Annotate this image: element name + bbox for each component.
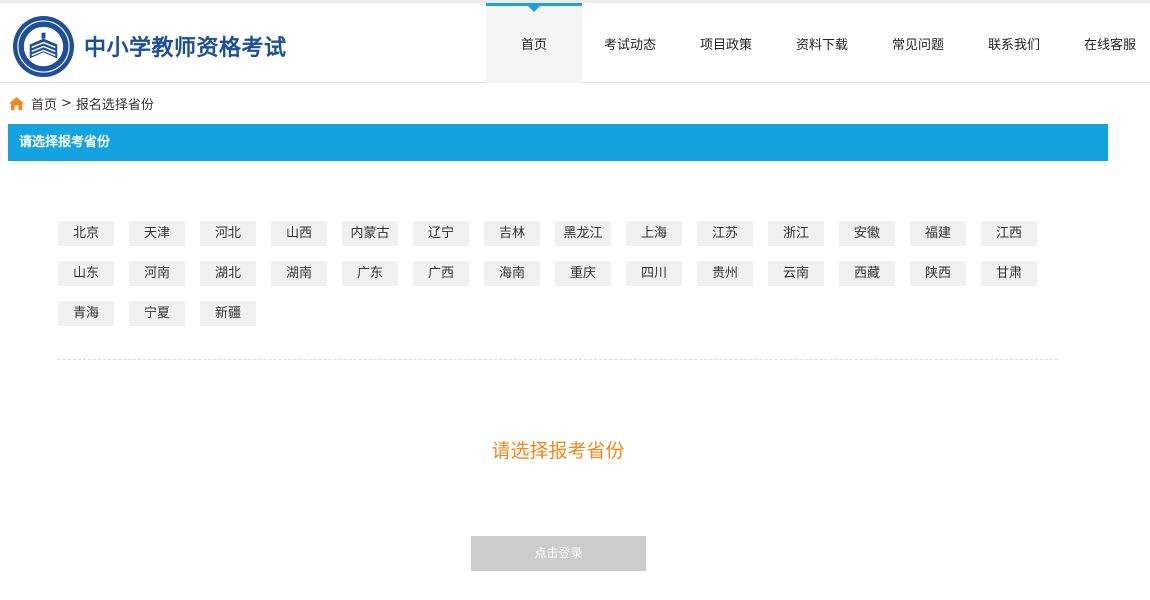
province-button[interactable]: 贵州 xyxy=(697,261,753,286)
nav-item-4[interactable]: 常见问题 xyxy=(870,3,966,83)
site-header: 中小学教师资格考试 首页 考试动态 项目政策 资料下载 常见问题 联系我们 在线客服 xyxy=(0,3,1150,83)
province-button[interactable]: 海南 xyxy=(484,261,540,286)
breadcrumb-home-link[interactable]: 首页 xyxy=(31,94,57,113)
province-button[interactable]: 宁夏 xyxy=(129,301,185,326)
province-button[interactable]: 广东 xyxy=(342,261,398,286)
province-button[interactable]: 浙江 xyxy=(768,221,824,246)
site-title: 中小学教师资格考试 xyxy=(84,36,287,61)
home-icon xyxy=(9,96,24,110)
nav-item-2[interactable]: 项目政策 xyxy=(678,3,774,83)
province-button[interactable]: 河北 xyxy=(200,221,256,246)
breadcrumb-current: 报名选择省份 xyxy=(75,97,154,113)
province-button[interactable]: 上海 xyxy=(626,221,682,246)
province-button[interactable]: 辽宁 xyxy=(413,221,469,246)
site-logo xyxy=(12,15,75,78)
province-button[interactable]: 重庆 xyxy=(555,261,611,286)
main-nav: 首页 考试动态 项目政策 资料下载 常见问题 联系我们 在线客服 xyxy=(486,3,1150,83)
province-button[interactable]: 内蒙古 xyxy=(342,221,398,246)
section-title-bar: 请选择报考省份 xyxy=(8,124,1108,161)
nav-item-label: 首页 xyxy=(520,38,547,53)
nav-item-5[interactable]: 联系我们 xyxy=(966,3,1062,83)
province-button[interactable]: 广西 xyxy=(413,261,469,286)
province-button[interactable]: 四川 xyxy=(626,261,682,286)
nav-item-3[interactable]: 资料下载 xyxy=(774,3,870,83)
breadcrumb-separator: > xyxy=(61,95,72,111)
province-button[interactable]: 福建 xyxy=(910,221,966,246)
province-button[interactable]: 甘肃 xyxy=(981,261,1037,286)
province-button[interactable]: 新疆 xyxy=(200,301,256,326)
province-button[interactable]: 云南 xyxy=(768,261,824,286)
province-button[interactable]: 山西 xyxy=(271,221,327,246)
province-button[interactable]: 江苏 xyxy=(697,221,753,246)
nav-item-0[interactable]: 首页 xyxy=(486,3,582,83)
province-button[interactable]: 天津 xyxy=(129,221,185,246)
active-caret-icon xyxy=(528,6,540,12)
province-button[interactable]: 山东 xyxy=(58,261,114,286)
nav-item-label: 常见问题 xyxy=(891,38,944,53)
nav-item-label: 资料下载 xyxy=(795,38,848,53)
nav-item-label: 考试动态 xyxy=(603,38,656,53)
nav-item-1[interactable]: 考试动态 xyxy=(582,3,678,83)
province-button[interactable]: 吉林 xyxy=(484,221,540,246)
province-button[interactable]: 北京 xyxy=(58,221,114,246)
province-button[interactable]: 湖北 xyxy=(200,261,256,286)
province-button[interactable]: 青海 xyxy=(58,301,114,326)
province-button[interactable]: 黑龙江 xyxy=(555,221,611,246)
dashed-divider xyxy=(58,359,1058,360)
province-hint: 请选择报考省份 xyxy=(491,440,625,462)
nav-item-label: 联系我们 xyxy=(987,38,1040,53)
province-button[interactable]: 江西 xyxy=(981,221,1037,246)
nav-item-label: 项目政策 xyxy=(699,38,752,53)
nav-item-label: 在线客服 xyxy=(1083,38,1136,53)
province-button[interactable]: 西藏 xyxy=(839,261,895,286)
province-button[interactable]: 安徽 xyxy=(839,221,895,246)
province-button[interactable]: 陕西 xyxy=(910,261,966,286)
province-button[interactable]: 河南 xyxy=(129,261,185,286)
login-button[interactable]: 点击登录 xyxy=(471,536,646,571)
province-button[interactable]: 湖南 xyxy=(271,261,327,286)
breadcrumb: 首页 > 报名选择省份 xyxy=(8,94,154,113)
nav-item-6[interactable]: 在线客服 xyxy=(1062,3,1150,83)
